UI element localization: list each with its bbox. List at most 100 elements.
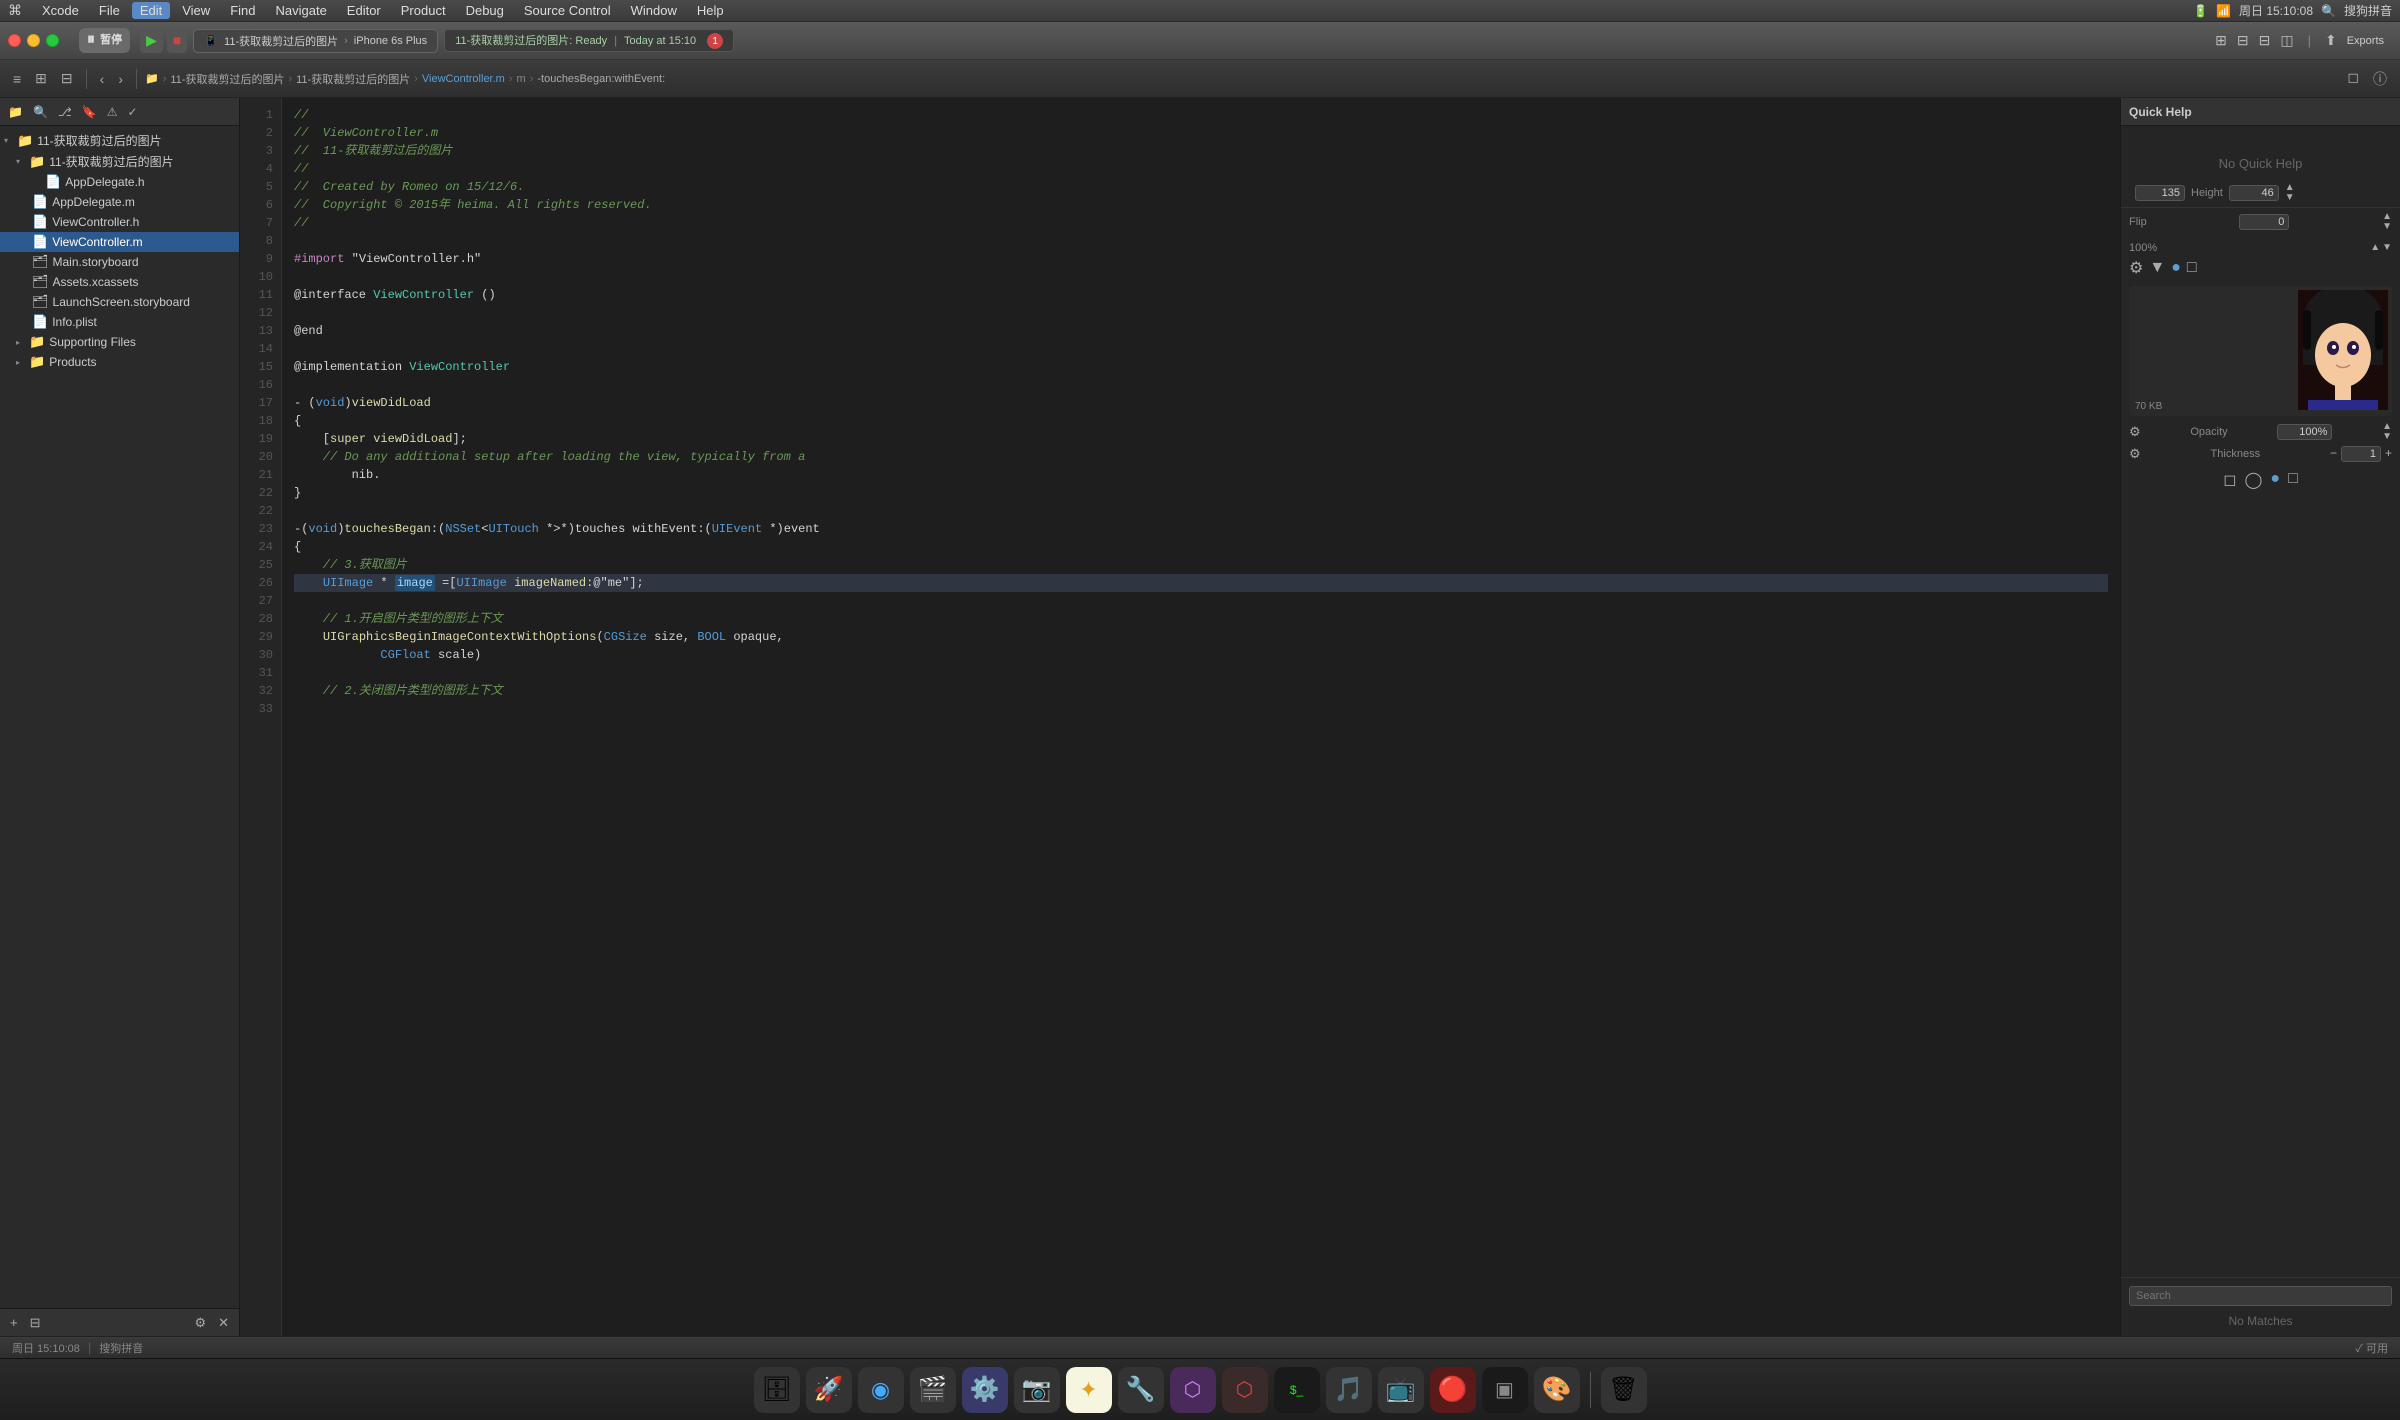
h-stepper[interactable]: ▲ ▼	[2285, 183, 2295, 203]
flip-input[interactable]	[2239, 214, 2289, 230]
sidebar-warn-btn[interactable]: ⚠	[103, 103, 122, 121]
dock-finder[interactable]: 🗄	[754, 1367, 800, 1413]
nav-back-btn[interactable]: ≡	[8, 68, 26, 90]
run-button[interactable]: ▶	[140, 28, 163, 53]
menu-debug[interactable]: Debug	[458, 2, 512, 19]
flip-stepper[interactable]: ▲ ▼	[2382, 212, 2392, 232]
sidebar-options-btn[interactable]: ⚙	[190, 1313, 210, 1333]
inspector-down-icon[interactable]: ▼	[2149, 259, 2165, 277]
sidebar-test-btn[interactable]: ✓	[123, 103, 141, 121]
breadcrumb-type[interactable]: m	[517, 73, 526, 85]
breadcrumb-method[interactable]: -touchesBegan:withEvent:	[537, 73, 665, 85]
flip-down[interactable]: ▼	[2382, 222, 2392, 232]
menu-source-control[interactable]: Source Control	[516, 2, 619, 19]
minus-icon[interactable]: −	[2330, 446, 2337, 462]
gear-icon-3[interactable]: ⚙	[2129, 446, 2141, 462]
thickness-input[interactable]	[2341, 446, 2381, 462]
minimize-button[interactable]	[27, 34, 40, 47]
filter-btn[interactable]: ⊟	[26, 1313, 45, 1333]
menu-xcode[interactable]: Xcode	[34, 2, 87, 19]
opacity-stepper[interactable]: ▲ ▼	[2382, 422, 2392, 442]
right-panel-toggle[interactable]: ◫	[2280, 32, 2293, 49]
code-view[interactable]: 1234567891011121314151617181920212222232…	[240, 98, 2120, 1336]
tree-item-products[interactable]: ▸ 📁 Products	[0, 352, 239, 372]
close-button[interactable]	[8, 34, 21, 47]
inspector-gear-icon[interactable]: ⚙	[2129, 258, 2143, 278]
dock-app7[interactable]: ▣	[1482, 1367, 1528, 1413]
inspector-h-input[interactable]	[2229, 185, 2279, 201]
nav-hierarchy-btn[interactable]: ⊞	[30, 67, 52, 90]
menu-find[interactable]: Find	[222, 2, 263, 19]
tree-item-subfolder[interactable]: ▾ 📁 11-获取裁剪过后的图片	[0, 151, 239, 172]
sidebar-bookmark-btn[interactable]: 🔖	[78, 103, 101, 121]
info-btn[interactable]: ⓘ	[2368, 66, 2392, 92]
view-toggle-icon[interactable]: ⊞	[2215, 32, 2227, 49]
menu-editor[interactable]: Editor	[339, 2, 389, 19]
tree-item-infoplist[interactable]: 📄 Info.plist	[0, 312, 239, 332]
dock-launchpad[interactable]: 🚀	[806, 1367, 852, 1413]
tree-item-root[interactable]: ▾ 📁 11-获取裁剪过后的图片	[0, 130, 239, 151]
menu-navigate[interactable]: Navigate	[267, 2, 334, 19]
dock-app8[interactable]: 🎨	[1534, 1367, 1580, 1413]
dock-app4[interactable]: 🎵	[1326, 1367, 1372, 1413]
dock-terminal[interactable]: $_	[1274, 1367, 1320, 1413]
dock-trash[interactable]: 🗑	[1601, 1367, 1647, 1413]
maximize-button[interactable]	[46, 34, 59, 47]
breadcrumb-item-2[interactable]: 11-获取裁剪过后的图片	[296, 71, 410, 87]
debug-area-toggle[interactable]: ⊟	[2259, 32, 2271, 49]
gear-icon-2[interactable]: ⚙	[2129, 424, 2141, 440]
nav-prev-btn[interactable]: ‹	[95, 68, 110, 90]
inspector-square-icon[interactable]: □	[2187, 259, 2197, 277]
dock-settings[interactable]: ⚙️	[962, 1367, 1008, 1413]
menu-edit[interactable]: Edit	[132, 2, 170, 19]
rp-search-input[interactable]	[2129, 1286, 2392, 1306]
inspector-w-input[interactable]	[2135, 185, 2185, 201]
menu-view[interactable]: View	[174, 2, 218, 19]
breadcrumb-file[interactable]: ViewController.m	[422, 73, 505, 85]
breadcrumb-project[interactable]: 📁	[145, 72, 159, 85]
tree-item-assets[interactable]: 🗂 Assets.xcassets	[0, 272, 239, 292]
dock-camera[interactable]: 📷	[1014, 1367, 1060, 1413]
tree-item-viewcontroller-h[interactable]: 📄 ViewController.h	[0, 212, 239, 232]
nav-next-btn[interactable]: ›	[113, 68, 128, 90]
sidebar-folder-icon[interactable]: 📁	[4, 103, 27, 121]
menu-window[interactable]: Window	[623, 2, 685, 19]
apple-menu-icon[interactable]: ⌘	[8, 2, 22, 19]
bottom-icon-2[interactable]: ◯	[2245, 470, 2263, 490]
stepper-down[interactable]: ▼	[2285, 193, 2295, 203]
opacity-down[interactable]: ▼	[2382, 432, 2392, 442]
nav-jump-btn[interactable]: ⊟	[56, 67, 78, 90]
dock-quicktime[interactable]: 🎬	[910, 1367, 956, 1413]
export-icon[interactable]: ⬆	[2325, 32, 2337, 49]
bottom-icon-active[interactable]: ●	[2270, 470, 2280, 490]
zoom-down[interactable]: ▼	[2382, 243, 2392, 253]
dock-app2[interactable]: ⬡	[1170, 1367, 1216, 1413]
inspector-active-icon[interactable]: ●	[2171, 259, 2181, 277]
pause-button[interactable]: ⏸ 暂停	[79, 28, 130, 52]
bottom-icon-3[interactable]: □	[2288, 470, 2298, 490]
editor-options-btn[interactable]: ◻	[2342, 66, 2364, 92]
editor-toggle-icon[interactable]: ⊟	[2237, 32, 2249, 49]
stop-button[interactable]: ■	[167, 28, 187, 53]
code-content[interactable]: //// ViewController.m// 11-获取裁剪过后的图片////…	[282, 98, 2120, 1336]
zoom-stepper[interactable]: ▲ ▼	[2370, 243, 2392, 253]
dock-sketch[interactable]: ✦	[1066, 1367, 1112, 1413]
dock-app5[interactable]: 📺	[1378, 1367, 1424, 1413]
input-method[interactable]: 搜狗拼音	[2344, 2, 2392, 19]
dock-app3[interactable]: ⬡	[1222, 1367, 1268, 1413]
tree-item-appdelegate-h[interactable]: 📄 AppDelegate.h	[0, 172, 239, 192]
sidebar-close-btn[interactable]: ✕	[214, 1313, 233, 1333]
menu-product[interactable]: Product	[393, 2, 454, 19]
breadcrumb-item-1[interactable]: 11-获取裁剪过后的图片	[170, 71, 284, 87]
zoom-up[interactable]: ▲	[2370, 243, 2380, 253]
bottom-icon-1[interactable]: ◻	[2223, 470, 2236, 490]
add-file-btn[interactable]: +	[6, 1313, 22, 1332]
menu-file[interactable]: File	[91, 2, 128, 19]
dock-app6[interactable]: 🔴	[1430, 1367, 1476, 1413]
plus-icon[interactable]: +	[2385, 446, 2392, 462]
dock-app1[interactable]: 🔧	[1118, 1367, 1164, 1413]
tree-item-viewcontroller-m[interactable]: 📄 ViewController.m	[0, 232, 239, 252]
tree-item-supporting[interactable]: ▸ 📁 Supporting Files	[0, 332, 239, 352]
search-icon[interactable]: 🔍	[2321, 4, 2336, 18]
tree-item-appdelegate-m[interactable]: 📄 AppDelegate.m	[0, 192, 239, 212]
